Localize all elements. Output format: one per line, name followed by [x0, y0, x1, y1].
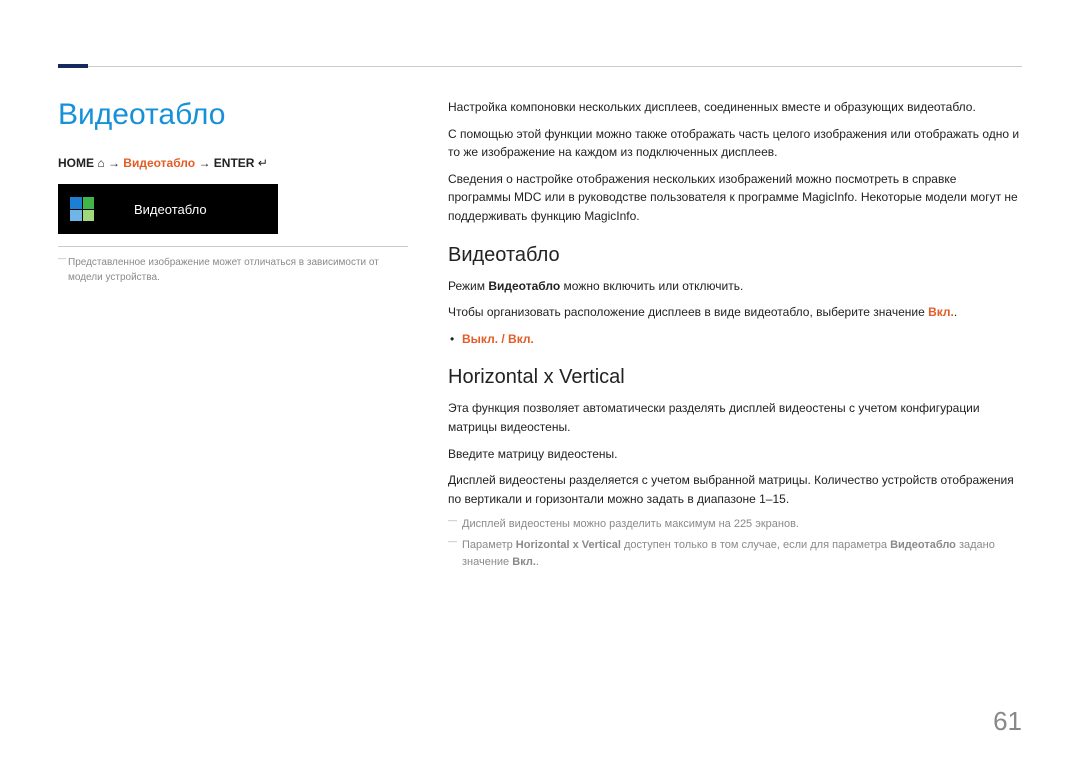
intro-p1: Настройка компоновки нескольких дисплеев… [448, 98, 1022, 117]
enter-icon: ↵ [258, 156, 268, 170]
section2-p1: Эта функция позволяет автоматически разд… [448, 399, 1022, 436]
left-divider [58, 246, 408, 247]
breadcrumb: HOME ⌂ → Видеотабло → ENTER ↵ [58, 156, 408, 170]
s1-l2-pre: Чтобы организовать расположение дисплеев… [448, 305, 928, 319]
s2-n2-b3: Вкл. [512, 556, 536, 568]
top-divider-accent [58, 64, 88, 68]
section2-note1: Дисплей видеостены можно разделить макси… [448, 516, 1022, 533]
intro-p3: Сведения о настройке отображения несколь… [448, 170, 1022, 226]
s1-l1-post: можно включить или отключить. [560, 279, 743, 293]
home-icon: ⌂ [97, 156, 104, 170]
section1-line2: Чтобы организовать расположение дисплеев… [448, 303, 1022, 322]
intro-p2: С помощью этой функции можно также отобр… [448, 125, 1022, 162]
left-column: Видеотабло HOME ⌂ → Видеотабло → ENTER ↵… [58, 98, 408, 575]
s1-l2-post: . [954, 305, 957, 319]
right-column: Настройка компоновки нескольких дисплеев… [448, 98, 1022, 575]
page-title: Видеотабло [58, 98, 408, 132]
breadcrumb-enter: ENTER [214, 156, 255, 170]
s1-l2-accent: Вкл. [928, 305, 954, 319]
section2-title: Horizontal x Vertical [448, 366, 1022, 389]
section2-p2: Введите матрицу видеостены. [448, 445, 1022, 464]
breadcrumb-mid: Видеотабло [123, 156, 195, 170]
s2-n2-mid: доступен только в том случае, если для п… [621, 539, 890, 551]
breadcrumb-arrow-1: → [108, 156, 120, 170]
s1-bullet-text: Выкл. / Вкл. [462, 332, 534, 346]
s1-l1-pre: Режим [448, 279, 488, 293]
section2-p3: Дисплей видеостены разделяется с учетом … [448, 471, 1022, 508]
s1-l1-bold: Видеотабло [488, 279, 560, 293]
page-number: 61 [993, 706, 1022, 737]
section1-title: Видеотабло [448, 244, 1022, 267]
top-divider [58, 66, 1022, 67]
breadcrumb-home: HOME [58, 156, 94, 170]
s2-n2-b2: Видеотабло [890, 539, 956, 551]
disclaimer-text: Представленное изображение может отличат… [58, 255, 408, 285]
video-wall-icon [70, 197, 94, 221]
s2-n2-pre: Параметр [462, 539, 516, 551]
section2-note2: Параметр Horizontal x Vertical доступен … [448, 537, 1022, 571]
page-layout: Видеотабло HOME ⌂ → Видеотабло → ENTER ↵… [58, 98, 1022, 575]
section1-line1: Режим Видеотабло можно включить или откл… [448, 277, 1022, 296]
s2-n2-b1: Horizontal x Vertical [516, 539, 621, 551]
tile-label: Видеотабло [134, 202, 207, 217]
breadcrumb-arrow-2: → [198, 156, 210, 170]
section1-bullet: Выкл. / Вкл. [448, 330, 1022, 349]
menu-tile: Видеотабло [58, 184, 278, 234]
s2-n2-post: . [536, 556, 539, 568]
